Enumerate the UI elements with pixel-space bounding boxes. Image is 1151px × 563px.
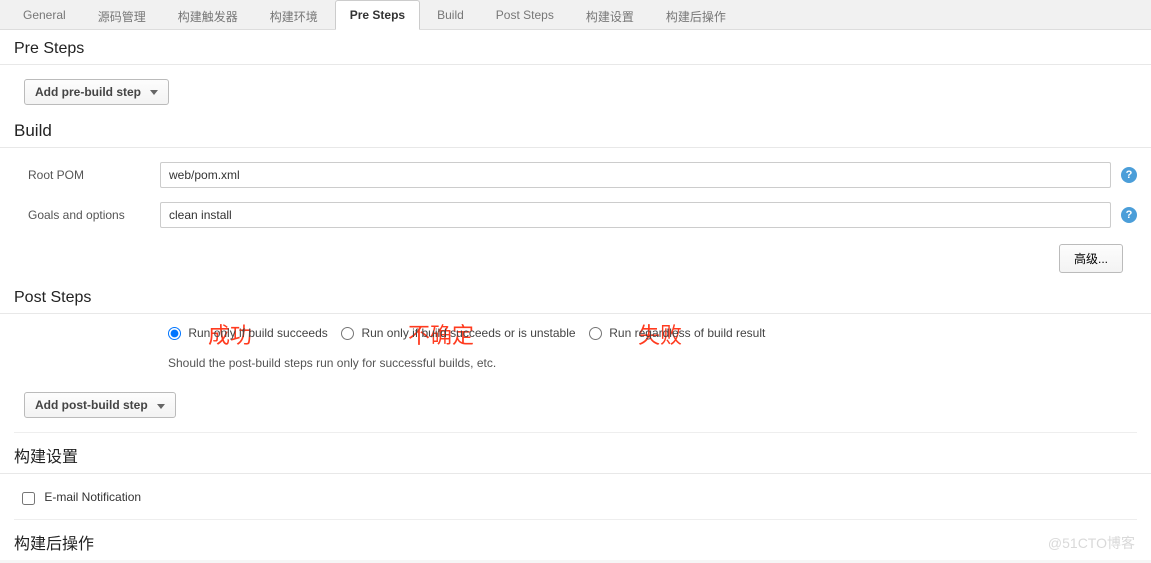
help-icon[interactable]: ?: [1121, 167, 1137, 183]
add-post-build-step-label: Add post-build step: [35, 398, 148, 412]
radio-unstable-input[interactable]: [341, 327, 354, 340]
tab-build-settings[interactable]: 构建设置: [571, 0, 649, 29]
caret-down-icon: [157, 404, 165, 409]
post-steps-condition-row: Run only if build succeeds Run only if b…: [0, 324, 1151, 350]
divider: [14, 432, 1137, 433]
section-build-heading: Build: [0, 119, 1151, 148]
goals-label: Goals and options: [28, 208, 160, 222]
post-steps-description: Should the post-build steps run only for…: [0, 350, 1151, 388]
goals-row: Goals and options ?: [0, 198, 1151, 238]
tab-general[interactable]: General: [8, 0, 81, 29]
root-pom-input[interactable]: [160, 162, 1111, 188]
radio-regardless-label: Run regardless of build result: [609, 326, 765, 340]
radio-succeeds-input[interactable]: [168, 327, 181, 340]
section-post-steps-heading: Post Steps: [0, 287, 1151, 314]
radio-regardless-input[interactable]: [589, 327, 602, 340]
radio-succeeds[interactable]: Run only if build succeeds: [168, 326, 331, 340]
email-notification-label: E-mail Notification: [44, 490, 141, 504]
radio-succeeds-label: Run only if build succeeds: [188, 326, 327, 340]
add-pre-build-step-button[interactable]: Add pre-build step: [24, 79, 169, 105]
root-pom-row: Root POM ?: [0, 158, 1151, 198]
section-post-actions-heading: 构建后操作: [0, 528, 1151, 560]
advanced-button[interactable]: 高级...: [1059, 244, 1123, 273]
email-notification-row: E-mail Notification: [0, 484, 1151, 518]
add-post-build-step-button[interactable]: Add post-build step: [24, 392, 176, 418]
radio-regardless[interactable]: Run regardless of build result: [589, 326, 765, 340]
divider: [14, 519, 1137, 520]
caret-down-icon: [150, 90, 158, 95]
tab-post-actions[interactable]: 构建后操作: [651, 0, 741, 29]
tab-pre-steps[interactable]: Pre Steps: [335, 0, 420, 30]
email-notification-checkbox[interactable]: [22, 492, 35, 505]
tab-build[interactable]: Build: [422, 0, 479, 29]
section-build-settings-heading: 构建设置: [0, 441, 1151, 474]
tab-build-env[interactable]: 构建环境: [255, 0, 333, 29]
advanced-row: 高级...: [0, 238, 1151, 287]
tab-triggers[interactable]: 构建触发器: [163, 0, 253, 29]
email-notification-option[interactable]: E-mail Notification: [22, 490, 141, 504]
goals-input[interactable]: [160, 202, 1111, 228]
config-tabs: General 源码管理 构建触发器 构建环境 Pre Steps Build …: [0, 0, 1151, 30]
root-pom-label: Root POM: [28, 168, 160, 182]
tab-post-steps[interactable]: Post Steps: [481, 0, 569, 29]
add-pre-build-step-label: Add pre-build step: [35, 85, 141, 99]
config-content: Pre Steps Add pre-build step Build Root …: [0, 30, 1151, 560]
watermark: @51CTO博客: [1048, 533, 1135, 553]
tab-scm[interactable]: 源码管理: [83, 0, 161, 29]
help-icon[interactable]: ?: [1121, 207, 1137, 223]
section-pre-steps-heading: Pre Steps: [0, 38, 1151, 65]
radio-unstable[interactable]: Run only if build succeeds or is unstabl…: [341, 326, 579, 340]
radio-unstable-label: Run only if build succeeds or is unstabl…: [361, 326, 575, 340]
